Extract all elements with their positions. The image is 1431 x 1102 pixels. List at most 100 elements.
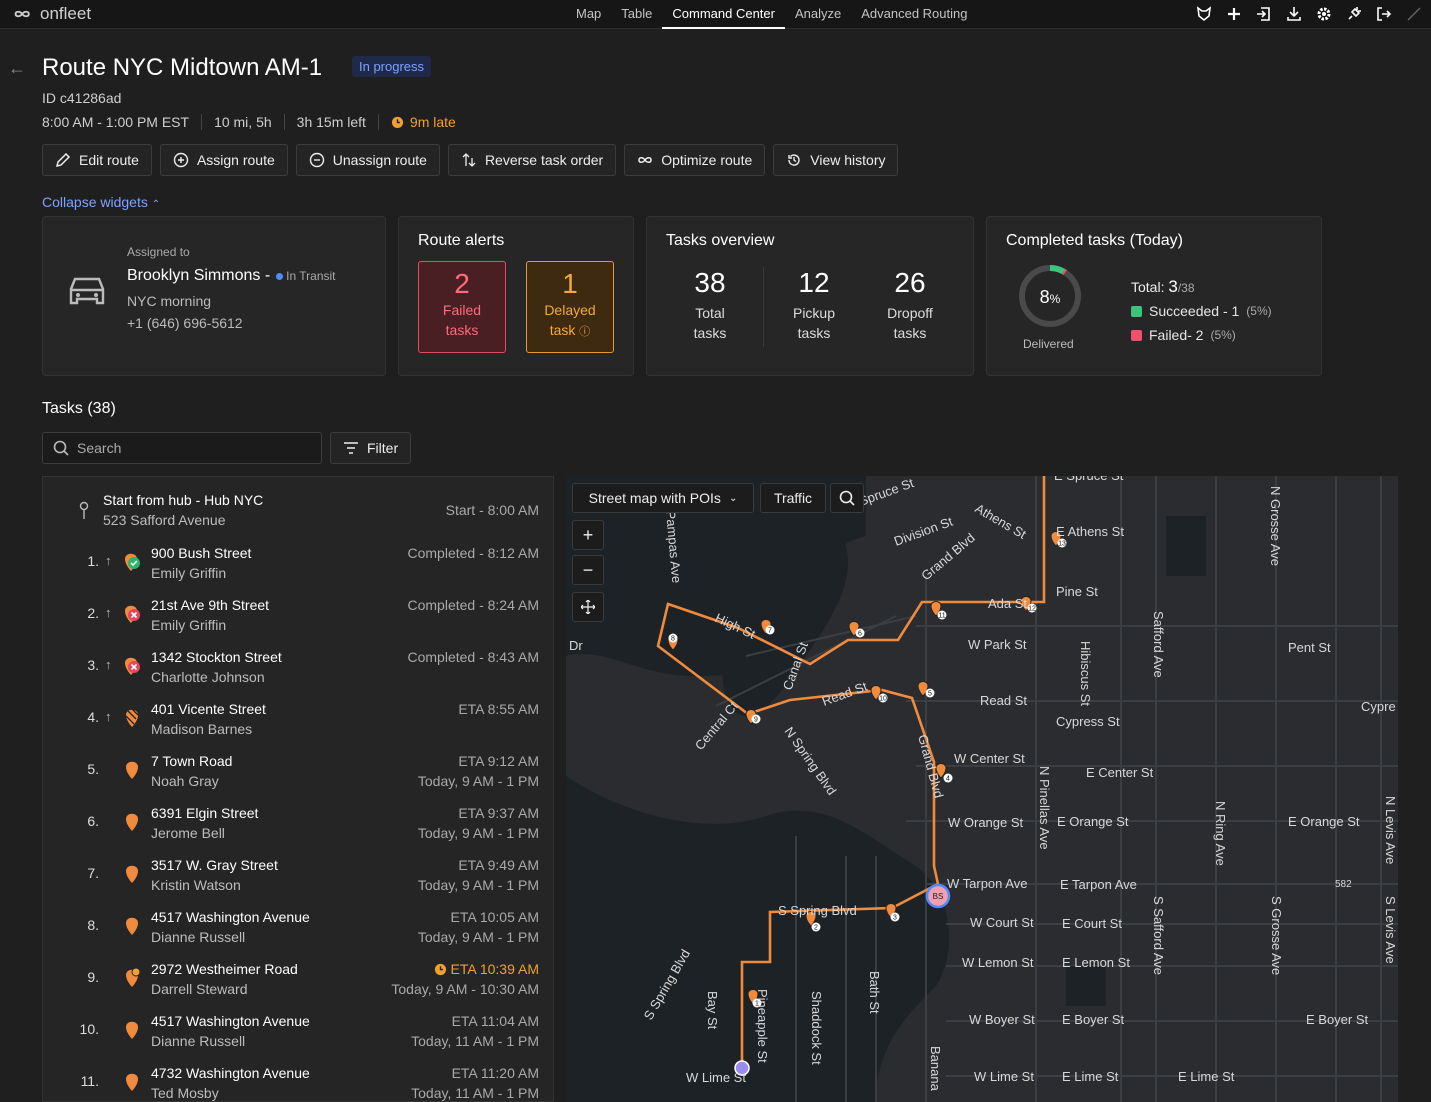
download-icon[interactable] — [1285, 5, 1303, 23]
task-eta: ETA 9:12 AM — [458, 753, 539, 769]
task-row[interactable]: 3. ↑ 1342 Stockton Street Charlotte Johnson… — [43, 641, 553, 693]
zoom-in-button[interactable]: + — [572, 520, 604, 550]
task-recipient: Dianne Russell — [151, 929, 246, 945]
delayed-count: 1 — [562, 268, 578, 299]
street-label: W Lemon St — [962, 955, 1034, 970]
street-label: Shaddock St — [809, 991, 824, 1065]
street-label: N Pinellas Ave — [1037, 766, 1052, 850]
total-label: Total tasks — [693, 305, 727, 341]
edit-route-button[interactable]: Edit route — [42, 144, 152, 176]
assigned-label: Assigned to — [127, 245, 190, 259]
hub-start-row[interactable]: Start from hub - Hub NYC 523 Safford Ave… — [43, 485, 553, 537]
completed-total: Total: 3/38 — [1131, 277, 1195, 297]
task-recipient: Kristin Watson — [151, 877, 241, 893]
route-alerts-card: Route alerts 2 Failed tasks 1 Delayed ta… — [398, 216, 634, 376]
task-row[interactable]: 1. ↑ 900 Bush Street Emily Griffin Completed… — [43, 537, 553, 589]
task-number: 7. — [87, 865, 99, 881]
tasks-overview-title: Tasks overview — [666, 232, 775, 249]
filter-button[interactable]: Filter — [330, 432, 412, 464]
street-label: S Spring Blvd — [778, 903, 857, 918]
tab-table[interactable]: Table — [611, 0, 662, 29]
completed-title: Completed tasks (Today) — [1006, 232, 1183, 249]
expand-icon[interactable] — [1405, 5, 1423, 23]
svg-text:8: 8 — [671, 636, 675, 643]
reverse-task-order-button[interactable]: Reverse task order — [447, 144, 617, 176]
street-label: S Grosse Ave — [1269, 896, 1284, 975]
pickup-tasks-stat[interactable]: 12 Pickup tasks — [769, 267, 859, 343]
zoom-out-button[interactable]: − — [572, 555, 604, 585]
recenter-button[interactable] — [572, 592, 604, 622]
street-label: W Lime St — [686, 1070, 746, 1085]
total-label-text: Total: — [1131, 279, 1165, 295]
street-label: E Tarpon Ave — [1060, 877, 1137, 892]
late-status-icon — [123, 967, 141, 989]
optimize-route-button[interactable]: Optimize route — [624, 144, 766, 176]
task-row[interactable]: 2. ↑ 21st Ave 9th Street Emily Griffin Compl… — [43, 589, 553, 641]
task-recipient: Emily Griffin — [151, 617, 227, 633]
route-map[interactable]: 8 7 6 11 12 13 5 10 9 4 3 2 1 BS E Spruc… — [566, 476, 1398, 1102]
tab-command-center[interactable]: Command Center — [662, 0, 785, 29]
svg-text:9: 9 — [754, 717, 758, 724]
street-label: Pineapple St — [755, 989, 770, 1063]
failed-status-icon — [123, 603, 141, 625]
street-label: Safford Ave — [1151, 611, 1166, 678]
total-tasks-stat[interactable]: 38 Total tasks — [665, 267, 755, 343]
fox-icon[interactable] — [1195, 5, 1213, 23]
map-layer-dropdown[interactable]: Street map with POIs ⌄ — [572, 483, 754, 513]
search-input[interactable]: Search — [42, 432, 322, 464]
task-row[interactable]: 4. ↑ 401 Vicente Street Madison Barnes ETA 8… — [43, 693, 553, 745]
task-row[interactable]: 5. 7 Town Road Noah Gray ETA 9:12 AM Today, … — [43, 745, 553, 797]
delayed-label: Delayed task ⓘ — [527, 300, 613, 342]
traffic-toggle[interactable]: Traffic — [760, 483, 826, 513]
task-row[interactable]: 10. 4517 Washington Avenue Dianne Russell E… — [43, 1005, 553, 1057]
driver-name[interactable]: Brooklyn Simmons - — [127, 267, 270, 285]
assign-route-button[interactable]: Assign route — [159, 144, 288, 176]
legend-failed: Failed- 2 (5%) — [1131, 327, 1236, 343]
street-label: E Spruce St — [1054, 476, 1124, 483]
unassign-route-button[interactable]: Unassign route — [295, 144, 440, 176]
task-eta: Completed - 8:24 AM — [407, 597, 539, 613]
street-label: Cypress St — [1056, 714, 1120, 729]
dropoff-count: 26 — [894, 267, 926, 298]
task-number: 4. — [87, 709, 99, 725]
task-row[interactable]: 9. 2972 Westheimer Road Darrell Steward ETA… — [43, 953, 553, 1005]
task-address: 4732 Washington Avenue — [151, 1065, 310, 1081]
dropoff-tasks-stat[interactable]: 26 Dropoff tasks — [865, 267, 955, 343]
logout-icon[interactable] — [1375, 5, 1393, 23]
task-row[interactable]: 7. 3517 W. Gray Street Kristin Watson ETA 9… — [43, 849, 553, 901]
assign-route-label: Assign route — [196, 152, 275, 168]
completed-tasks-card: Completed tasks (Today) 8% Delivered Tot… — [986, 216, 1322, 376]
view-history-button[interactable]: View history — [773, 144, 899, 176]
succeeded-pct: (5%) — [1246, 304, 1272, 318]
task-recipient: Ted Mosby — [151, 1085, 219, 1101]
task-row[interactable]: 8. 4517 Washington Avenue Dianne Russell ET… — [43, 901, 553, 953]
collapse-widgets-label: Collapse widgets — [42, 194, 148, 210]
task-row[interactable]: 11. 4732 Washington Avenue Ted Mosby ETA 11… — [43, 1057, 553, 1101]
import-icon[interactable] — [1255, 5, 1273, 23]
task-recipient: Dianne Russell — [151, 1033, 246, 1049]
pickup-arrow-icon: ↑ — [105, 709, 112, 724]
failed-tasks-alert[interactable]: 2 Failed tasks — [418, 261, 506, 353]
task-eta: ETA 8:55 AM — [458, 701, 539, 717]
driver-card: Assigned to Brooklyn Simmons - In Transi… — [42, 216, 386, 376]
clock-icon — [391, 116, 403, 128]
map-search-button[interactable] — [830, 483, 864, 513]
pending-status-icon — [123, 915, 141, 937]
street-label: S Levis Ave — [1383, 896, 1398, 964]
tab-analyze[interactable]: Analyze — [785, 0, 851, 29]
street-label: Cypre — [1361, 699, 1396, 714]
task-eta: ETA 10:05 AM — [451, 909, 539, 925]
onfleet-logo[interactable]: onfleet — [10, 4, 91, 24]
gear-icon[interactable] — [1315, 5, 1333, 23]
back-arrow-icon[interactable]: ← — [8, 58, 26, 79]
pending-status-icon — [123, 1071, 141, 1093]
street-label: Pine St — [1056, 584, 1098, 599]
task-address: 4517 Washington Avenue — [151, 1013, 310, 1029]
tab-advanced-routing[interactable]: Advanced Routing — [851, 0, 977, 29]
collapse-widgets-link[interactable]: Collapse widgets ⌃ — [42, 194, 160, 210]
delayed-task-alert[interactable]: 1 Delayed task ⓘ — [526, 261, 614, 353]
tab-map[interactable]: Map — [566, 0, 611, 29]
task-row[interactable]: 6. 6391 Elgin Street Jerome Bell ETA 9:37 A… — [43, 797, 553, 849]
plug-icon[interactable] — [1345, 5, 1363, 23]
plus-icon[interactable] — [1225, 5, 1243, 23]
